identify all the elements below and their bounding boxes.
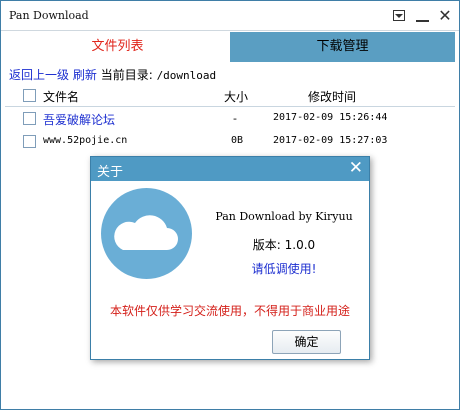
current-dir-path: /download — [156, 69, 217, 82]
window-title: Pan Download — [9, 9, 89, 22]
select-all-checkbox[interactable] — [23, 89, 36, 102]
about-close-icon[interactable]: ✕ — [349, 158, 363, 178]
file-modified: 2017-02-09 15:27:03 — [273, 135, 388, 146]
column-name[interactable]: 文件名 — [43, 88, 79, 105]
file-list-header: 文件名 大小 修改时间 — [5, 85, 455, 107]
file-name[interactable]: 吾爱破解论坛 — [43, 111, 115, 128]
about-app-line: Pan Download by Kiryuu — [215, 210, 353, 223]
row-checkbox[interactable] — [23, 135, 36, 148]
file-modified: 2017-02-09 15:26:44 — [273, 112, 388, 123]
close-icon[interactable]: ✕ — [436, 7, 454, 25]
minimize-icon[interactable] — [414, 7, 432, 25]
file-name[interactable]: www.52pojie.cn — [43, 135, 127, 146]
tab-bar: 文件列表 下载管理 — [5, 32, 455, 62]
about-title-bar: 关于 ✕ — [91, 157, 369, 181]
file-row[interactable]: 吾爱破解论坛 - 2017-02-09 15:26:44 — [5, 108, 455, 130]
about-dialog: 关于 ✕ Pan Download by Kiryuu 版本: 1.0.0 请低… — [90, 156, 370, 360]
back-link[interactable]: 返回上一级 — [9, 68, 69, 82]
tab-download-manager[interactable]: 下载管理 — [230, 32, 455, 62]
file-row[interactable]: www.52pojie.cn 0B 2017-02-09 15:27:03 — [5, 131, 455, 153]
title-bar: Pan Download ✕ — [1, 1, 459, 31]
file-size: - — [233, 112, 237, 125]
path-bar: 返回上一级 刷新 当前目录: /download — [9, 66, 216, 82]
about-warning: 本软件仅供学习交流使用，不得用于商业用途 — [109, 304, 350, 318]
cloud-logo-icon — [101, 188, 192, 279]
about-hint: 请低调使用! — [251, 262, 317, 276]
column-size[interactable]: 大小 — [224, 88, 248, 105]
row-checkbox[interactable] — [23, 112, 36, 125]
current-dir-label: 当前目录: — [100, 68, 153, 82]
main-window: Pan Download ✕ 文件列表 下载管理 返回上一级 刷新 当前目录: … — [0, 0, 460, 410]
about-title: 关于 — [97, 165, 124, 180]
dropdown-menu-icon[interactable] — [391, 7, 409, 25]
tab-file-list[interactable]: 文件列表 — [5, 32, 230, 62]
about-version: 版本: 1.0.0 — [252, 238, 316, 252]
ok-button[interactable]: 确定 — [272, 330, 341, 354]
column-modified[interactable]: 修改时间 — [308, 88, 356, 105]
refresh-link[interactable]: 刷新 — [73, 68, 97, 82]
file-size: 0B — [231, 135, 244, 146]
